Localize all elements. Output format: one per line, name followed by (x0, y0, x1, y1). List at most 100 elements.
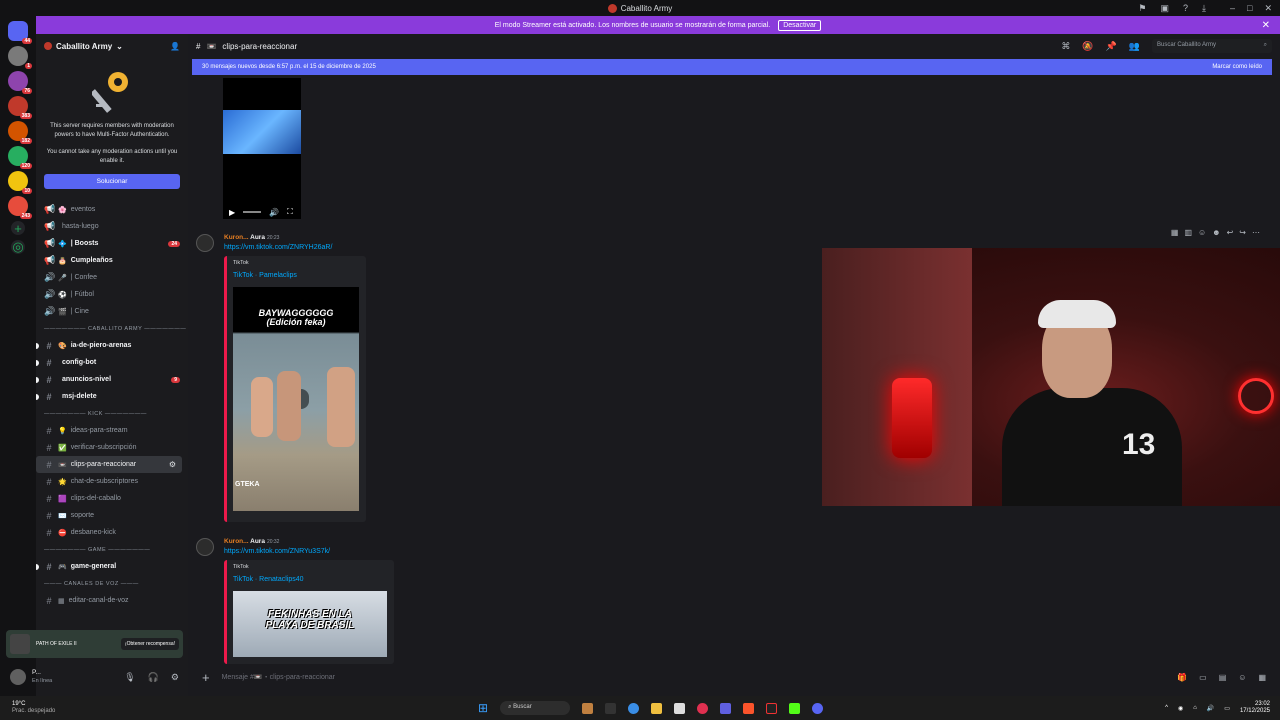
copilot-icon[interactable] (628, 702, 640, 714)
gif-icon[interactable]: ▭ (1199, 673, 1207, 682)
reply-icon[interactable]: ↩ (1227, 228, 1234, 237)
server-icon[interactable]: 243 (8, 196, 32, 219)
server-icon[interactable]: 76 (8, 71, 32, 94)
tray-icon[interactable]: ◉ (1178, 705, 1183, 712)
channel-item[interactable]: # 🟪 clips-del-caballo (36, 490, 188, 507)
video-thumbnail[interactable]: BAYWAGGGGGG(Edición feka) ▶ GTEKA (233, 287, 359, 511)
app-icon[interactable] (697, 702, 709, 714)
channel-item[interactable]: # 🌟 chat-de-subscriptores (36, 473, 188, 490)
weather-widget[interactable]: 19°C Prac. despejado (0, 701, 55, 715)
channel-item[interactable]: # 📼 clips-para-reaccionar ⚙ (36, 456, 182, 473)
embed-title[interactable]: TikTok · Renataclips40 (233, 576, 388, 583)
tray-chevron-icon[interactable]: ^ (1165, 705, 1168, 711)
channel-item[interactable]: # ✅ verificar-subscripción (36, 439, 188, 456)
channel-item[interactable]: # 🎮 game-general (36, 558, 188, 575)
emoji-icon[interactable]: ☺ (1238, 673, 1246, 682)
app-icon[interactable] (674, 702, 686, 714)
app-icon[interactable] (766, 702, 778, 714)
server-icon[interactable]: 120 (8, 146, 32, 169)
apps-icon[interactable]: ▦ (1258, 673, 1266, 682)
folder-icon[interactable] (651, 702, 663, 714)
progress-bar[interactable] (243, 211, 262, 213)
app-icon[interactable] (720, 702, 732, 714)
close-window-button[interactable]: ✕ (1264, 3, 1272, 14)
discord-icon[interactable] (812, 702, 824, 714)
help-icon[interactable]: ? (1183, 3, 1188, 13)
close-icon[interactable]: ✕ (1262, 20, 1270, 31)
author-name[interactable]: Kuron... (224, 538, 249, 545)
apps-icon[interactable]: ▥ (1184, 228, 1192, 237)
channel-settings-icon[interactable]: ⚙ (169, 460, 176, 469)
plus-icon[interactable]: + (202, 670, 210, 685)
sticker-icon[interactable]: ▤ (1219, 673, 1227, 682)
channel-category[interactable]: ——————— CABALLITO ARMY ——————— (36, 320, 188, 337)
more-icon[interactable]: ⋯ (1252, 228, 1260, 237)
claim-reward-button[interactable]: ¡Obtener recompensa! (120, 638, 179, 650)
threads-icon[interactable]: ⌘ (1061, 41, 1070, 52)
volume-icon[interactable]: 🔊 (269, 208, 279, 217)
download-icon[interactable]: ⤓ (1202, 3, 1206, 14)
channel-item[interactable]: # ⛔ desbaneo-kick (36, 524, 188, 541)
clock[interactable]: 23:02 17/12/2025 (1240, 701, 1270, 715)
message-input[interactable]: Mensaje #📼・clips-para-reaccionar (222, 672, 335, 682)
settings-gear-icon[interactable]: ⚙ (171, 672, 179, 683)
emoji-icon[interactable]: ☺ (1198, 228, 1206, 237)
maximize-button[interactable]: □ (1247, 3, 1252, 14)
app-icon[interactable] (605, 702, 617, 714)
inbox-icon[interactable]: ▣ (1160, 3, 1169, 14)
app-icon[interactable] (789, 702, 801, 714)
microphone-icon[interactable]: 🎙 (124, 672, 135, 683)
search-input[interactable]: Buscar Caballito Army ⌕ (1152, 39, 1272, 53)
channel-item[interactable]: 📢 hasta-luego (36, 218, 188, 235)
channel-item[interactable]: # ✉️ soporte (36, 507, 188, 524)
taskbar-search[interactable]: ⌕ Buscar (500, 701, 571, 715)
forward-icon[interactable]: ↪ (1239, 228, 1246, 237)
guild-header[interactable]: Caballito Army ⌄ 👤 (36, 34, 188, 58)
play-icon[interactable]: ▶ (229, 208, 235, 217)
channel-item[interactable]: 📢 🎂 Cumpleaños (36, 252, 188, 269)
server-icon[interactable]: 1 (8, 46, 32, 69)
new-messages-bar[interactable]: 30 mensajes nuevos desde 6:57 p.m. el 15… (192, 59, 1272, 75)
channel-item[interactable]: # msj-delete (36, 388, 188, 405)
network-icon[interactable]: ⌂ (1193, 705, 1197, 711)
author-name[interactable]: Kuron... (224, 234, 249, 241)
channel-category[interactable]: ——————— GAME ——————— (36, 541, 188, 558)
channel-item[interactable]: 🔊 🎬 | Cine (36, 303, 188, 320)
avatar[interactable] (10, 669, 26, 685)
avatar[interactable] (196, 234, 214, 252)
channel-item[interactable]: # 💡 ideas-para-stream (36, 422, 188, 439)
channel-item[interactable]: 🔊 🎤 | Confee (36, 269, 188, 286)
pin-icon[interactable]: 📌 (1106, 41, 1117, 52)
reaction-icon[interactable]: ▦ (1171, 228, 1179, 237)
channel-item[interactable]: 📢 🌸 eventos (36, 201, 188, 218)
channel-category[interactable]: ——— CANALES DE VOZ ——— (36, 575, 188, 592)
discover-icon[interactable]: ◎ (11, 239, 25, 254)
server-icon[interactable]: 10 (8, 171, 32, 194)
server-icon[interactable]: 383 (8, 96, 32, 119)
members-icon[interactable]: 👥 (1129, 41, 1140, 52)
flag-icon[interactable]: ⚑ (1138, 3, 1146, 14)
app-icon[interactable] (582, 702, 594, 714)
channel-item[interactable]: # anuncios-nivel 9 (36, 371, 188, 388)
message-link[interactable]: https://vm.tiktok.com/ZNRYH26aR/ (224, 244, 332, 251)
channel-item[interactable]: 🔊 ⚽ | Fútbol (36, 286, 188, 303)
channel-item[interactable]: # 🎨 ia-de-piero-arenas (36, 337, 188, 354)
avatar[interactable] (196, 538, 214, 556)
add-server-icon[interactable]: + (11, 221, 25, 236)
video-thumbnail[interactable]: FEKINHAS EN LA PLAYA DE BRASIL (233, 591, 387, 657)
video-player[interactable]: ▶ 🔊 ⛶ (223, 78, 301, 219)
channel-item[interactable]: # ▦ editar-canal-de-voz (36, 592, 188, 609)
channel-category[interactable]: ——————— KICK ——————— (36, 405, 188, 422)
server-icon[interactable]: 44 (8, 21, 32, 44)
add-reaction-icon[interactable]: ☻ (1212, 228, 1220, 237)
embed-title[interactable]: TikTok · Pamelaclips (233, 272, 360, 279)
headphones-icon[interactable]: 🎧 (148, 672, 159, 683)
gift-icon[interactable]: 🎁 (1177, 673, 1187, 682)
notifications-icon[interactable]: 🔕 (1082, 41, 1093, 52)
fix-mfa-button[interactable]: Solucionar (44, 174, 180, 189)
channel-item[interactable]: 📢 💠 | Boosts 24 (36, 235, 188, 252)
channel-item[interactable]: # config-bot (36, 354, 188, 371)
server-icon[interactable]: 182 (8, 121, 32, 144)
battery-icon[interactable]: ▭ (1224, 705, 1230, 712)
mark-read-button[interactable]: Marcar como leído (1212, 64, 1262, 70)
